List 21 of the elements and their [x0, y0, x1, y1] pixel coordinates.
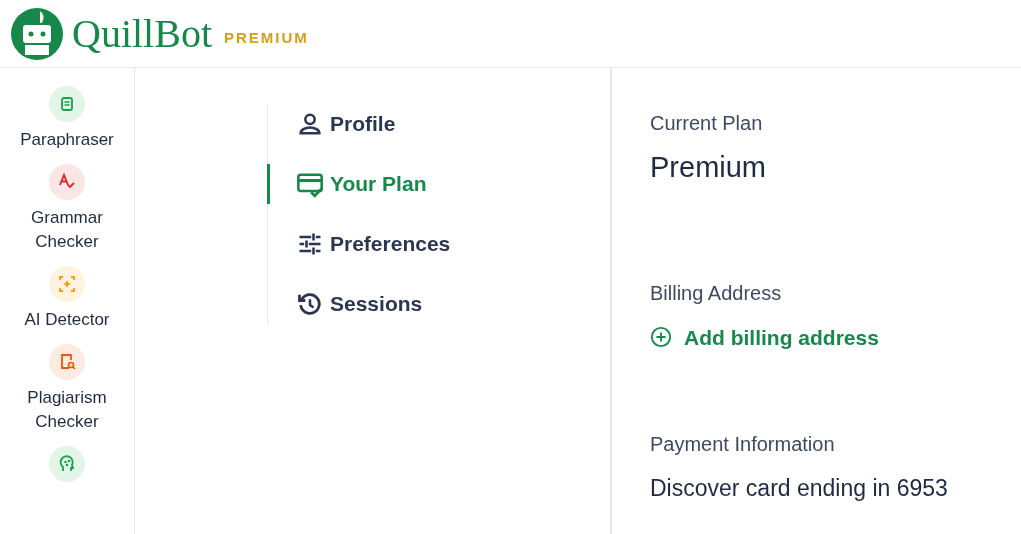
sidebar-tool-item[interactable]: Grammar Checker — [7, 164, 127, 254]
payment-card-text: Discover card ending in 6953 — [650, 474, 949, 503]
sidebar-tool-item[interactable]: Plagiarism Checker — [7, 344, 127, 434]
settings-tab[interactable]: Sessions — [268, 284, 527, 324]
robot-logo-icon — [10, 6, 64, 61]
settings-tab[interactable]: Your Plan — [267, 164, 527, 204]
current-plan-label: Current Plan — [650, 111, 764, 136]
settings-tab[interactable]: Profile — [268, 104, 527, 144]
person-icon — [296, 110, 324, 138]
brand-name: QuillBot — [72, 13, 213, 54]
plus-circle-icon — [650, 326, 672, 349]
settings-tab[interactable]: Preferences — [268, 224, 527, 264]
sidebar-tool-item[interactable]: AI Detector — [7, 266, 127, 332]
card-check-icon — [296, 170, 324, 198]
premium-label: PREMIUM — [224, 28, 309, 49]
sidebar-tool-item[interactable]: Paraphraser — [7, 86, 127, 152]
current-plan-value: Premium — [650, 150, 767, 185]
billing-address-label: Billing Address — [650, 280, 783, 306]
payment-information-label: Payment Information — [650, 432, 836, 457]
history-icon — [296, 290, 324, 318]
add-billing-address-link[interactable]: Add billing address — [650, 321, 879, 353]
